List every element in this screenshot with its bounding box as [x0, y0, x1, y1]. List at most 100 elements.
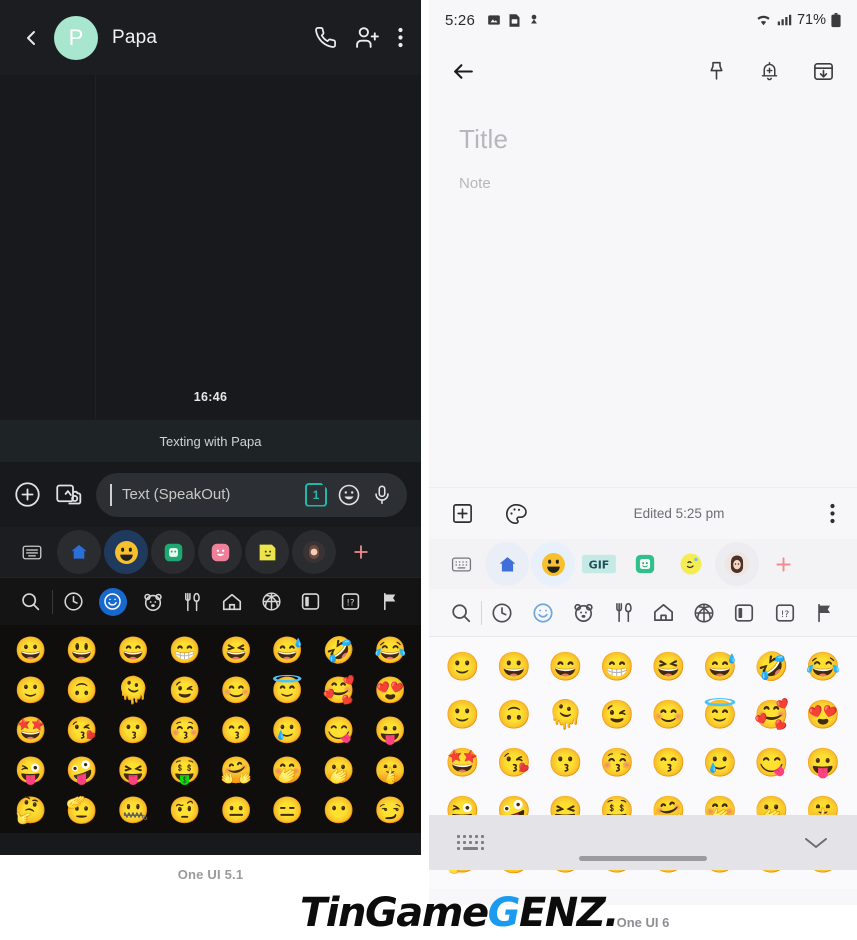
emoji-cell[interactable]: 😅: [263, 631, 312, 669]
gif-tab-button[interactable]: [151, 530, 195, 574]
image-camera-icon[interactable]: [55, 481, 82, 508]
emoji-category-objects[interactable]: [724, 589, 764, 636]
emoji-category-flags[interactable]: [371, 578, 409, 625]
avatar-tab-button[interactable]: [715, 542, 759, 586]
emoji-cell[interactable]: 😄: [542, 645, 590, 689]
emoji-cell[interactable]: 😘: [491, 741, 539, 785]
smiley-icon[interactable]: [337, 483, 361, 507]
emoji-cell[interactable]: 😁: [160, 631, 209, 669]
keyboard-toggle-button[interactable]: [10, 530, 54, 574]
keyboard-dots-icon[interactable]: [457, 835, 484, 850]
emoji-cell[interactable]: 🫢: [314, 751, 363, 789]
emoji-cell[interactable]: 😁: [594, 645, 642, 689]
sticker-tab-button[interactable]: [623, 542, 667, 586]
note-title-input[interactable]: Title: [459, 124, 827, 155]
emoji-category-smileys[interactable]: [94, 578, 132, 625]
emoji-cell[interactable]: 😀: [6, 631, 55, 669]
emoji-cell[interactable]: 🤨: [160, 791, 209, 829]
emoji-tab-button[interactable]: [531, 542, 575, 586]
emoji-category-flags[interactable]: [805, 589, 845, 636]
emoji-cell[interactable]: 😚: [160, 711, 209, 749]
emoji-cell[interactable]: 😆: [212, 631, 261, 669]
emoji-cell[interactable]: 🙃: [57, 671, 106, 709]
emoji-category-travel[interactable]: [643, 589, 683, 636]
emoji-cell[interactable]: 🤔: [6, 791, 55, 829]
emoji-cell[interactable]: 😂: [366, 631, 415, 669]
emoji-cell[interactable]: 😙: [645, 741, 693, 785]
keyboard-toggle-button[interactable]: [439, 542, 483, 586]
emoji-cell[interactable]: 😍: [800, 693, 848, 737]
emoji-category-food[interactable]: [603, 589, 643, 636]
pin-icon[interactable]: [706, 60, 727, 82]
emoji-cell[interactable]: 🙂: [6, 671, 55, 709]
emoji-cell[interactable]: 😉: [160, 671, 209, 709]
emoji-category-activities[interactable]: [684, 589, 724, 636]
emoji-category-symbols[interactable]: !?: [332, 578, 370, 625]
emoji-cell[interactable]: 😄: [109, 631, 158, 669]
note-body-input[interactable]: Note: [459, 175, 827, 192]
emoji-category-recents[interactable]: [55, 578, 93, 625]
emoji-category-activities[interactable]: [253, 578, 291, 625]
emoji-cell[interactable]: 🫠: [542, 693, 590, 737]
gif-tab-button[interactable]: GIF: [577, 542, 621, 586]
emoji-cell[interactable]: 😋: [314, 711, 363, 749]
plus-circle-icon[interactable]: [14, 481, 41, 508]
avatar-tab-button[interactable]: [292, 530, 336, 574]
microphone-icon[interactable]: [371, 484, 393, 506]
conversation-body[interactable]: 16:46: [0, 75, 421, 420]
emoji-category-food[interactable]: [173, 578, 211, 625]
emoji-cell[interactable]: 😃: [57, 631, 106, 669]
sticker-home-button[interactable]: [485, 542, 529, 586]
emoji-cell[interactable]: 😅: [697, 645, 745, 689]
emoji-category-objects[interactable]: [292, 578, 330, 625]
emoji-cell[interactable]: 😊: [212, 671, 261, 709]
phone-icon[interactable]: [314, 26, 337, 49]
emoji-cell[interactable]: 🙂: [439, 645, 487, 689]
emoji-cell[interactable]: 🤩: [439, 741, 487, 785]
emoji-cell[interactable]: 😚: [594, 741, 642, 785]
emoji-cell[interactable]: 😏: [366, 791, 415, 829]
more-vertical-icon[interactable]: [830, 503, 835, 524]
emoji-cell[interactable]: 🤣: [314, 631, 363, 669]
emoji-cell[interactable]: 😐: [212, 791, 261, 829]
emoji-cell[interactable]: 😍: [366, 671, 415, 709]
emoji-cell[interactable]: 😇: [263, 671, 312, 709]
emoji-cell[interactable]: 🤣: [748, 645, 796, 689]
save-box-icon[interactable]: [812, 60, 835, 83]
message-input[interactable]: Text (SpeakOut) 1: [96, 472, 407, 517]
emoji-cell[interactable]: 🤐: [109, 791, 158, 829]
emoji-cell[interactable]: 😀: [491, 645, 539, 689]
emoji-cell[interactable]: 😝: [109, 751, 158, 789]
bell-add-icon[interactable]: [759, 60, 780, 82]
emoji-cell[interactable]: 🤗: [212, 751, 261, 789]
emoji-category-symbols[interactable]: !?: [764, 589, 804, 636]
bitmoji-tab-button[interactable]: [669, 542, 713, 586]
emoji-cell[interactable]: 😂: [800, 645, 848, 689]
emoji-cell[interactable]: 🤩: [6, 711, 55, 749]
bitmoji-tab-button[interactable]: [245, 530, 289, 574]
sticker-tab-button[interactable]: [198, 530, 242, 574]
emoji-cell[interactable]: 😜: [6, 751, 55, 789]
emoji-category-animals[interactable]: [134, 578, 172, 625]
emoji-cell[interactable]: 😉: [594, 693, 642, 737]
sticker-home-button[interactable]: [57, 530, 101, 574]
emoji-cell[interactable]: 😗: [542, 741, 590, 785]
emoji-cell[interactable]: 😊: [645, 693, 693, 737]
emoji-cell[interactable]: 😙: [212, 711, 261, 749]
emoji-category-animals[interactable]: [563, 589, 603, 636]
emoji-grid[interactable]: 😀 😃 😄 😁 😆 😅 🤣 😂 🙂 🙃 🫠 😉 😊 😇 🥰 😍 🤩 😘 😗 😚 …: [0, 625, 421, 833]
emoji-cell[interactable]: 😘: [57, 711, 106, 749]
person-add-icon[interactable]: [355, 25, 380, 50]
more-vertical-icon[interactable]: [398, 27, 403, 48]
emoji-cell[interactable]: 🥰: [314, 671, 363, 709]
emoji-tab-button[interactable]: [104, 530, 148, 574]
emoji-cell[interactable]: 🙂: [439, 693, 487, 737]
emoji-cell[interactable]: 😛: [800, 741, 848, 785]
note-editor[interactable]: Title Note: [429, 102, 857, 487]
plus-box-icon[interactable]: [451, 502, 474, 525]
palette-icon[interactable]: [504, 502, 528, 526]
emoji-cell[interactable]: 😛: [366, 711, 415, 749]
emoji-cell[interactable]: 😑: [263, 791, 312, 829]
emoji-category-smileys[interactable]: [523, 589, 563, 636]
emoji-cell[interactable]: 🤑: [160, 751, 209, 789]
